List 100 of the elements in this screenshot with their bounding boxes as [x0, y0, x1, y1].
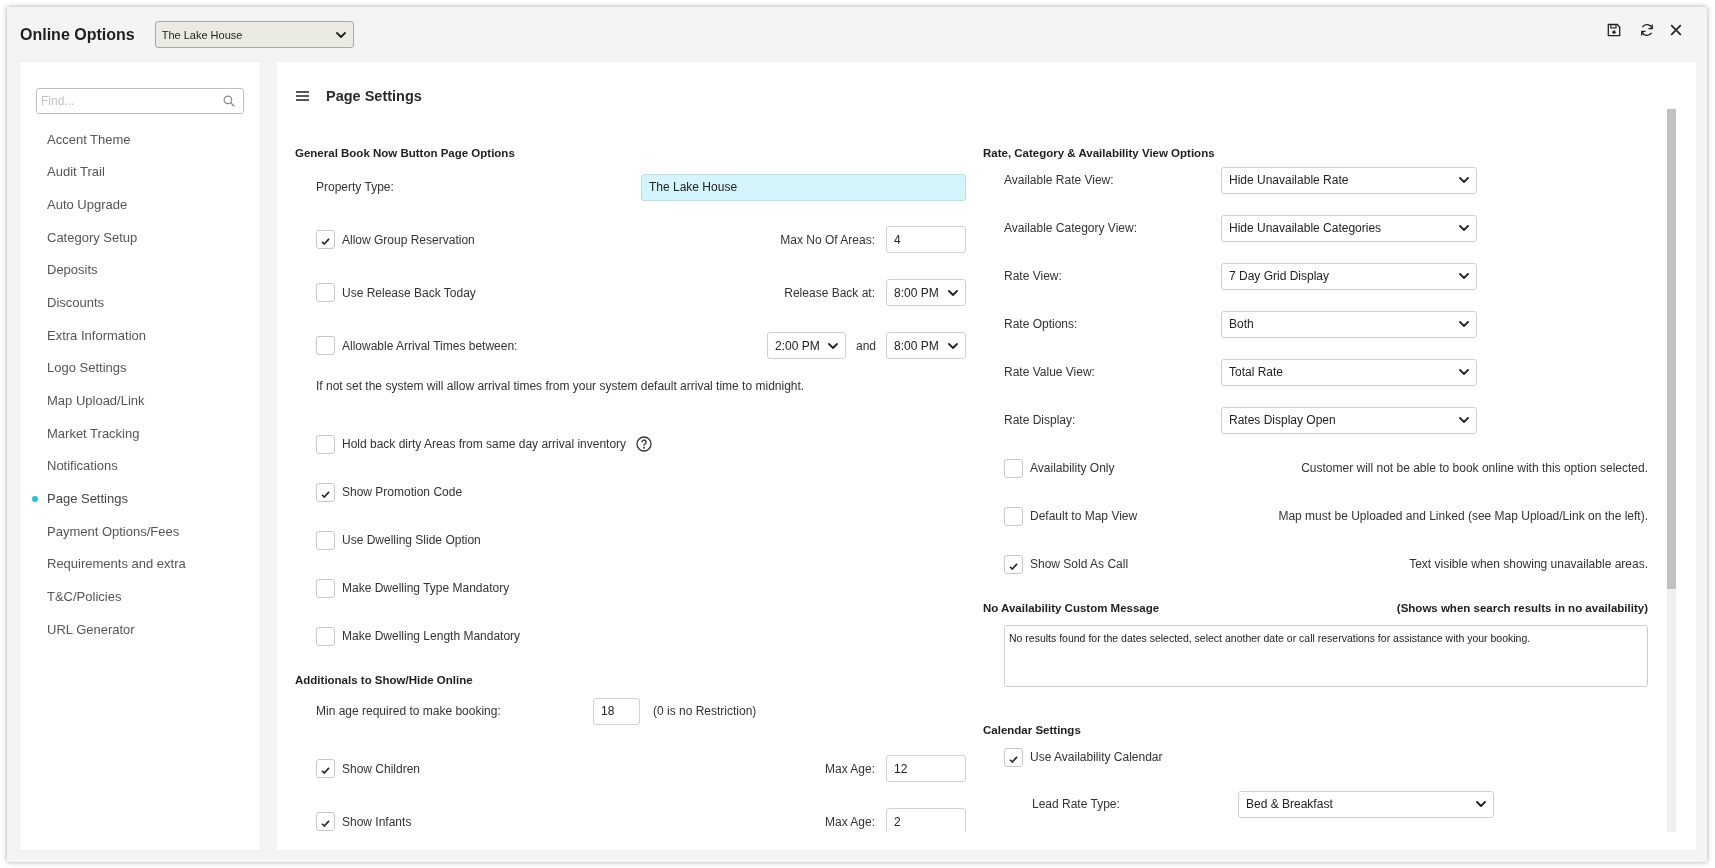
menu-icon[interactable]: [296, 91, 309, 101]
checkbox[interactable]: [316, 759, 335, 778]
checkbox[interactable]: [316, 530, 335, 550]
close-icon[interactable]: [1669, 23, 1683, 37]
sidebar-item[interactable]: Deposits: [47, 262, 98, 278]
sidebar-item[interactable]: Category Setup: [47, 229, 138, 245]
window-title: Online Options: [20, 25, 135, 44]
checkbox-label: Use Availability Calendar: [1030, 750, 1163, 764]
chevron-down-icon: [335, 31, 346, 38]
sidebar-item[interactable]: Logo Settings: [47, 360, 127, 376]
dropdown[interactable]: 2:00 PM: [766, 332, 846, 359]
checkbox[interactable]: [316, 812, 335, 831]
sidebar-item[interactable]: Auto Upgrade: [47, 197, 128, 213]
chevron-down-icon: [1459, 177, 1469, 183]
chevron-down-icon: [1459, 225, 1469, 231]
search-icon[interactable]: [223, 95, 235, 107]
chevron-down-icon: [1476, 801, 1486, 807]
sidebar-item[interactable]: Map Upload/Link: [47, 393, 145, 409]
field-label: Rate Options:: [1004, 317, 1079, 331]
search-field[interactable]: Find...: [36, 88, 244, 114]
field-label: Release Back at:: [784, 285, 875, 300]
checkbox[interactable]: [316, 230, 335, 249]
checkbox-label: Default to Map View: [1030, 509, 1138, 523]
heading-note: (Shows when search results in no availability): [1396, 602, 1648, 614]
checkbox-label: Hold back dirty Areas from same day arrival inventory: [342, 437, 627, 451]
sidebar-item[interactable]: Page Settings: [47, 491, 128, 507]
sidebar-item[interactable]: Discounts: [47, 295, 105, 311]
section-heading: Additionals to Show/Hide Online: [295, 674, 473, 686]
field-label: and: [855, 338, 876, 353]
field-label: Rate View:: [1004, 269, 1063, 283]
dropdown[interactable]: Hide Unavailable Categories: [1221, 214, 1477, 242]
property-dropdown[interactable]: The Lake House: [154, 21, 354, 48]
sidebar-item[interactable]: Market Tracking: [47, 425, 140, 441]
checkbox-label: Use Dwelling Slide Option: [342, 533, 481, 547]
chevron-down-icon: [948, 342, 958, 349]
checkmark-icon: [1009, 755, 1018, 763]
field-label: Available Category View:: [1004, 221, 1138, 235]
checkbox[interactable]: [1004, 554, 1023, 574]
section-heading: Calendar Settings: [983, 724, 1081, 736]
checkmark-icon: [1009, 562, 1018, 570]
refresh-icon[interactable]: [1640, 23, 1654, 37]
chevron-down-icon: [827, 342, 838, 349]
page-title: Page Settings: [326, 88, 422, 104]
help-text: Text visible when showing unavailable areas.: [1409, 557, 1648, 571]
dropdown[interactable]: 8:00 PM: [886, 279, 966, 306]
chevron-down-icon: [1459, 273, 1469, 279]
dropdown[interactable]: 7 Day Grid Display: [1221, 262, 1477, 290]
text-field[interactable]: 2: [886, 808, 966, 832]
section-heading: Rate, Category & Availability View Options: [983, 147, 1215, 159]
checkmark-icon: [321, 767, 330, 774]
sidebar-item[interactable]: Extra Information: [47, 327, 146, 343]
field-label: Max No Of Areas:: [780, 232, 875, 247]
dropdown[interactable]: Rates Display Open: [1221, 406, 1477, 434]
sidebar-item[interactable]: Notifications: [47, 458, 118, 474]
checkbox-label: Show Children: [342, 761, 421, 776]
checkbox[interactable]: [1004, 458, 1023, 478]
checkbox-label: Use Release Back Today: [342, 285, 476, 300]
checkbox-label: Make Dwelling Type Mandatory: [342, 581, 510, 595]
section-heading: No Availability Custom Message: [983, 602, 1160, 614]
text-field[interactable]: 18: [593, 697, 640, 725]
text-field[interactable]: 12: [886, 755, 966, 782]
chevron-down-icon: [1459, 417, 1469, 423]
sidebar-item[interactable]: Payment Options/Fees: [47, 523, 180, 539]
help-text: (0 is no Restriction): [653, 704, 757, 718]
help-text: Map must be Uploaded and Linked (see Map Upload/Link on the left).: [1278, 509, 1648, 523]
sidebar-item[interactable]: Audit Trail: [47, 164, 105, 180]
help-text: If not set the system will allow arrival times from your system default arrival time to midnight.: [316, 379, 805, 393]
checkbox[interactable]: [316, 626, 335, 646]
help-icon[interactable]: [636, 436, 653, 452]
dropdown[interactable]: Bed & Breakfast: [1238, 790, 1494, 818]
bullet-icon: [32, 495, 38, 502]
help-text: Customer will not be able to book online with this option selected.: [1301, 461, 1648, 475]
chevron-down-icon: [948, 289, 958, 296]
sidebar-item[interactable]: Requirements and extra: [47, 556, 186, 572]
text-field[interactable]: 4: [886, 226, 966, 253]
checkbox[interactable]: [316, 578, 335, 598]
scrollbar-thumb[interactable]: [1667, 109, 1676, 589]
dropdown[interactable]: Both: [1221, 310, 1477, 338]
checkbox[interactable]: [316, 283, 335, 302]
sidebar-item[interactable]: Accent Theme: [47, 131, 131, 147]
checkbox-label: Availability Only: [1030, 461, 1115, 475]
checkbox[interactable]: [316, 482, 335, 502]
dropdown[interactable]: Total Rate: [1221, 358, 1477, 386]
save-icon[interactable]: [1607, 23, 1621, 37]
field-label: Lead Rate Type:: [1032, 797, 1121, 811]
field-label: Available Rate View:: [1004, 173, 1115, 187]
text-field[interactable]: The Lake House: [641, 173, 966, 201]
checkbox[interactable]: [1004, 506, 1023, 526]
dropdown[interactable]: 8:00 PM: [886, 332, 966, 359]
message-textarea[interactable]: No results found for the dates selected, select another date or call reservations for assistance with your booking.: [1004, 625, 1648, 687]
field-label: Rate Value View:: [1004, 365, 1096, 379]
checkbox[interactable]: [1004, 747, 1023, 767]
sidebar-item[interactable]: URL Generator: [47, 621, 135, 637]
checkbox[interactable]: [316, 434, 335, 454]
checkmark-icon: [321, 490, 330, 498]
chevron-down-icon: [1459, 369, 1469, 375]
dropdown[interactable]: Hide Unavailable Rate: [1221, 166, 1477, 194]
sidebar-item[interactable]: T&C/Policies: [47, 589, 122, 604]
checkbox[interactable]: [316, 336, 335, 355]
field-label: Max Age:: [824, 761, 875, 776]
